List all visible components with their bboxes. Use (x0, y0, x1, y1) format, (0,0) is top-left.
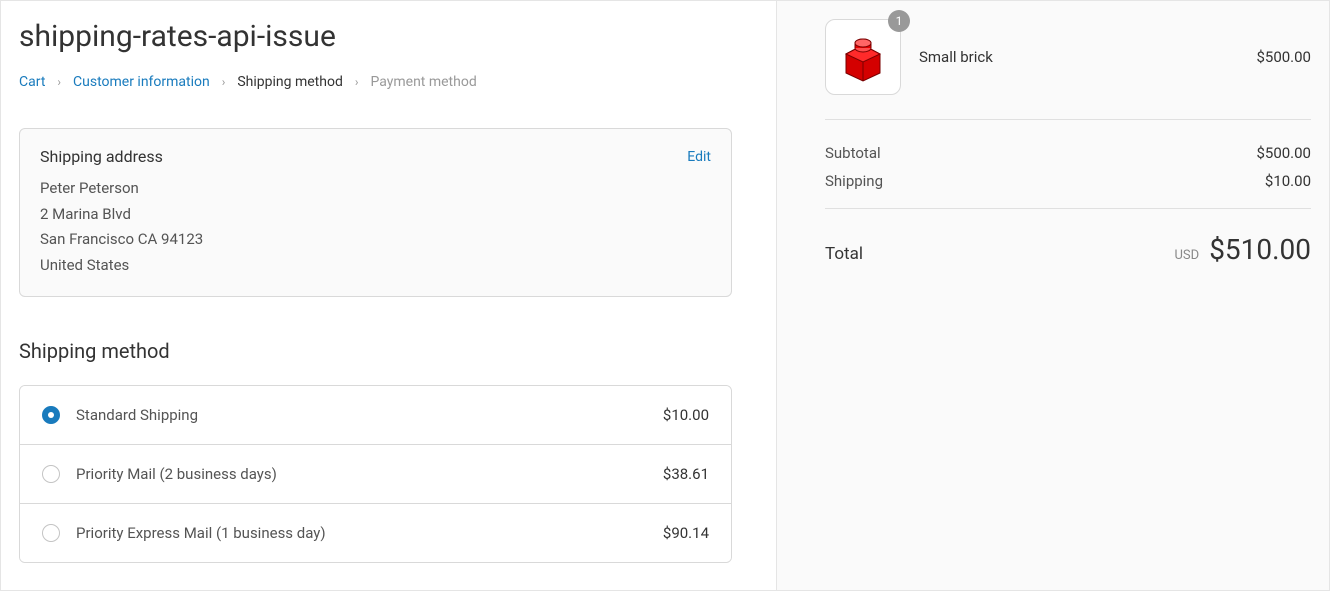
shipping-option-label: Priority Mail (2 business days) (76, 465, 663, 483)
chevron-right-icon: › (222, 75, 226, 89)
shipping-option-priority-express[interactable]: Priority Express Mail (1 business day) $… (20, 504, 731, 562)
store-title: shipping-rates-api-issue (19, 19, 732, 54)
chevron-right-icon: › (355, 75, 359, 89)
currency-code: USD (1175, 248, 1200, 263)
shipping-option-label: Priority Express Mail (1 business day) (76, 524, 663, 542)
radio-selected-icon[interactable] (42, 406, 60, 424)
shipping-option-price: $10.00 (663, 406, 709, 424)
checkout-page: shipping-rates-api-issue Cart › Customer… (0, 0, 1330, 591)
address-street: 2 Marina Blvd (40, 202, 711, 228)
radio-unselected-icon[interactable] (42, 465, 60, 483)
edit-address-link[interactable]: Edit (687, 149, 711, 165)
breadcrumb-cart[interactable]: Cart (19, 74, 45, 90)
shipping-option-standard[interactable]: Standard Shipping $10.00 (20, 386, 731, 445)
total-amount: $510.00 (1209, 233, 1311, 266)
shipping-option-priority[interactable]: Priority Mail (2 business days) $38.61 (20, 445, 731, 504)
cart-item-name: Small brick (919, 48, 1256, 66)
breadcrumb-customer-info[interactable]: Customer information (73, 74, 210, 90)
shipping-method-title: Shipping method (19, 339, 732, 363)
address-country: United States (40, 253, 711, 279)
subtotal-row: Subtotal $500.00 (825, 144, 1311, 162)
shipping-address-box: Shipping address Edit Peter Peterson 2 M… (19, 128, 732, 297)
total-row: Total USD $510.00 (825, 233, 1311, 266)
cart-item: 1 Small brick $500.00 (825, 19, 1311, 120)
total-label: Total (825, 244, 863, 264)
order-summary: 1 Small brick $500.00 Subtotal $500.00 S… (776, 1, 1329, 590)
chevron-right-icon: › (57, 75, 61, 89)
radio-unselected-icon[interactable] (42, 524, 60, 542)
breadcrumb-payment-method: Payment method (370, 74, 476, 90)
shipping-address-header: Shipping address Edit (40, 147, 711, 166)
summary-divider (825, 208, 1311, 209)
address-name: Peter Peterson (40, 176, 711, 202)
qty-badge: 1 (888, 10, 910, 32)
shipping-cost-value: $10.00 (1265, 172, 1311, 190)
checkout-main: shipping-rates-api-issue Cart › Customer… (1, 1, 776, 590)
subtotal-value: $500.00 (1256, 144, 1311, 162)
cart-item-thumbnail (825, 19, 901, 95)
brick-icon (837, 31, 889, 83)
shipping-row: Shipping $10.00 (825, 172, 1311, 190)
shipping-address-label: Shipping address (40, 147, 163, 166)
cart-item-price: $500.00 (1256, 48, 1311, 66)
shipping-option-price: $90.14 (663, 524, 709, 542)
shipping-methods-list: Standard Shipping $10.00 Priority Mail (… (19, 385, 732, 563)
subtotal-label: Subtotal (825, 144, 881, 162)
address-city: San Francisco CA 94123 (40, 227, 711, 253)
shipping-option-price: $38.61 (663, 465, 709, 483)
breadcrumb: Cart › Customer information › Shipping m… (19, 74, 732, 90)
shipping-cost-label: Shipping (825, 172, 883, 190)
breadcrumb-shipping-method: Shipping method (237, 74, 343, 90)
cart-item-thumb-wrap: 1 (825, 19, 901, 95)
shipping-option-label: Standard Shipping (76, 406, 663, 424)
